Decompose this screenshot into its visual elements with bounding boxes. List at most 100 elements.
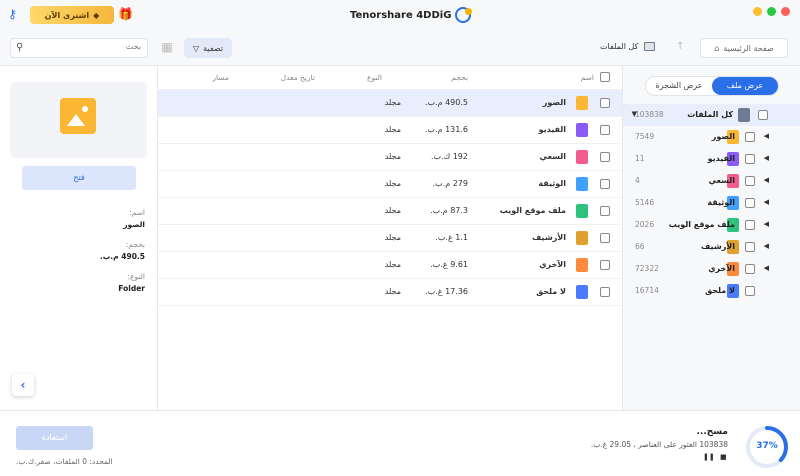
tree-item-count: 72322 xyxy=(635,264,659,273)
filter-label: تصفية xyxy=(203,43,224,53)
tree-checkbox[interactable] xyxy=(745,132,755,142)
tree-item-label: لا ملحق xyxy=(705,286,735,295)
minimize-button[interactable] xyxy=(753,7,762,16)
header-modified[interactable]: تاريخ معدل xyxy=(281,73,315,87)
expand-down-icon[interactable]: ▼ xyxy=(632,110,637,118)
pause-icon[interactable]: ❚❚ xyxy=(703,453,715,461)
search-input[interactable] xyxy=(31,42,141,51)
expand-left-icon[interactable]: ◀ xyxy=(764,176,769,184)
header-type[interactable]: النوع xyxy=(367,73,382,87)
tree-item[interactable]: 7549 الصور ◀ xyxy=(623,126,800,148)
zoom-button[interactable] xyxy=(767,7,776,16)
up-arrow-icon[interactable]: ↑ xyxy=(676,41,684,52)
search-icon[interactable]: ⚲ xyxy=(16,42,23,53)
expand-left-icon[interactable]: ◀ xyxy=(764,132,769,140)
table-row[interactable]: الأرشيف 1.1 غ.ب. مجلد xyxy=(158,225,622,252)
row-size: 9.61 غ.ب. xyxy=(430,260,468,269)
tree-item[interactable]: 5146 الوثيقة ◀ xyxy=(623,192,800,214)
row-checkbox[interactable] xyxy=(600,152,610,162)
row-type: مجلد xyxy=(384,206,401,215)
preview-type: النوع: Folder xyxy=(118,272,145,293)
tree-checkbox[interactable] xyxy=(745,220,755,230)
table-row[interactable]: الآخري 9.61 غ.ب. مجلد xyxy=(158,252,622,279)
expand-left-icon[interactable]: ◀ xyxy=(764,154,769,162)
open-button[interactable]: فتح xyxy=(22,166,136,190)
collapse-panel-button[interactable]: ‹ xyxy=(12,374,34,396)
row-checkbox[interactable] xyxy=(600,260,610,270)
tree-item[interactable]: 72322 الآخري ◀ xyxy=(623,258,800,280)
tree-checkbox[interactable] xyxy=(745,154,755,164)
expand-left-icon[interactable]: ◀ xyxy=(764,220,769,228)
row-checkbox[interactable] xyxy=(600,179,610,189)
table-row[interactable]: لا ملحق 17.36 غ.ب. مجلد xyxy=(158,279,622,306)
row-checkbox[interactable] xyxy=(600,98,610,108)
gift-icon[interactable]: 🎁 xyxy=(118,7,133,21)
tree-item[interactable]: 66 الأرشيف ◀ xyxy=(623,236,800,258)
table-row[interactable]: ملف موقع الويب 87.3 م.ب. مجلد xyxy=(158,198,622,225)
table-row[interactable]: الفيديو 131.6 م.ب. مجلد xyxy=(158,117,622,144)
preview-panel: فتح اسم: الصور بحجم: 490.5 م.ب. النوع: F… xyxy=(0,66,158,410)
tree-item[interactable]: 4 السعي ◀ xyxy=(623,170,800,192)
restore-button[interactable]: استعادة xyxy=(16,426,93,450)
row-name: لا ملحق xyxy=(536,287,566,296)
tree-item-count: 4 xyxy=(635,176,640,185)
file-view-tab[interactable]: عرض ملف xyxy=(712,77,778,95)
tree-checkbox[interactable] xyxy=(745,242,755,252)
buy-now-label: اشترى الآن xyxy=(44,10,90,20)
search-box[interactable]: ⚲ xyxy=(10,38,148,58)
breadcrumb-current[interactable]: كل الملفات xyxy=(600,42,638,51)
tree-checkbox[interactable] xyxy=(745,286,755,296)
row-name: الأرشيف xyxy=(532,233,566,242)
header-name[interactable]: اسم xyxy=(581,73,594,87)
window-controls xyxy=(753,7,790,16)
tree-checkbox[interactable] xyxy=(745,264,755,274)
tree-checkbox[interactable] xyxy=(745,176,755,186)
buy-now-button[interactable]: اشترى الآن ◆ xyxy=(30,6,114,24)
view-toggle: عرض الشجرة عرض ملف xyxy=(645,76,779,96)
key-icon[interactable]: ⚷ xyxy=(8,7,22,21)
tree-item-count: 2026 xyxy=(635,220,655,229)
row-name: الصور xyxy=(542,98,566,107)
tree-item-label: الوثيقة xyxy=(707,198,735,207)
tree-item[interactable]: 2026 ملف موقع الويب ◀ xyxy=(623,214,800,236)
row-checkbox[interactable] xyxy=(600,287,610,297)
tree-item-label: الصور xyxy=(711,132,735,141)
expand-left-icon[interactable]: ◀ xyxy=(764,242,769,250)
home-label: صفحة الرئيسية xyxy=(723,43,774,53)
row-type: مجلد xyxy=(384,125,401,134)
table-row[interactable]: الوثيقة 279 م.ب. مجلد xyxy=(158,171,622,198)
bottom-bar: استعادة المحدد: 0 الملفات، صفر.ك.ب. مسح.… xyxy=(0,410,800,476)
close-button[interactable] xyxy=(781,7,790,16)
expand-left-icon[interactable]: ◀ xyxy=(764,198,769,206)
tree-view-tab[interactable]: عرض الشجرة xyxy=(646,77,712,95)
table-row[interactable]: السعي 192 ك.ب. مجلد xyxy=(158,144,622,171)
home-button[interactable]: صفحة الرئيسية ⌂ xyxy=(700,38,788,58)
tree-checkbox[interactable] xyxy=(745,198,755,208)
tree-item-count: 7549 xyxy=(635,132,655,141)
row-size: 17.36 غ.ب. xyxy=(425,287,468,296)
filter-button[interactable]: تصفية ▽ xyxy=(184,38,232,58)
row-name: الفيديو xyxy=(538,125,566,134)
header-path[interactable]: مسار xyxy=(212,73,229,87)
stop-icon[interactable]: ■ xyxy=(720,453,727,461)
row-name: الآخري xyxy=(539,260,566,269)
row-checkbox[interactable] xyxy=(600,233,610,243)
row-type: مجلد xyxy=(384,233,401,242)
table-row[interactable]: الصور 490.5 م.ب. مجلد xyxy=(158,90,622,117)
preview-type-value: Folder xyxy=(118,284,145,293)
row-size: 131.6 م.ب. xyxy=(424,125,468,134)
row-checkbox[interactable] xyxy=(600,125,610,135)
tree-item[interactable]: 11 الفيديو ◀ xyxy=(623,148,800,170)
header-size[interactable]: بحجم xyxy=(451,73,468,87)
tree-checkbox[interactable] xyxy=(758,110,768,120)
select-all-checkbox[interactable] xyxy=(600,72,610,82)
tree-item[interactable]: 103838 كل الملفات ▼ xyxy=(623,104,800,126)
expand-left-icon[interactable]: ◀ xyxy=(764,264,769,272)
tree-item-label: كل الملفات xyxy=(687,110,733,119)
tree-item[interactable]: 16714 لا ملحق xyxy=(623,280,800,302)
drive-icon xyxy=(644,42,656,51)
row-name: الوثيقة xyxy=(538,179,566,188)
grid-view-icon[interactable]: ▦ xyxy=(160,40,174,54)
row-checkbox[interactable] xyxy=(600,206,610,216)
row-type: مجلد xyxy=(384,179,401,188)
